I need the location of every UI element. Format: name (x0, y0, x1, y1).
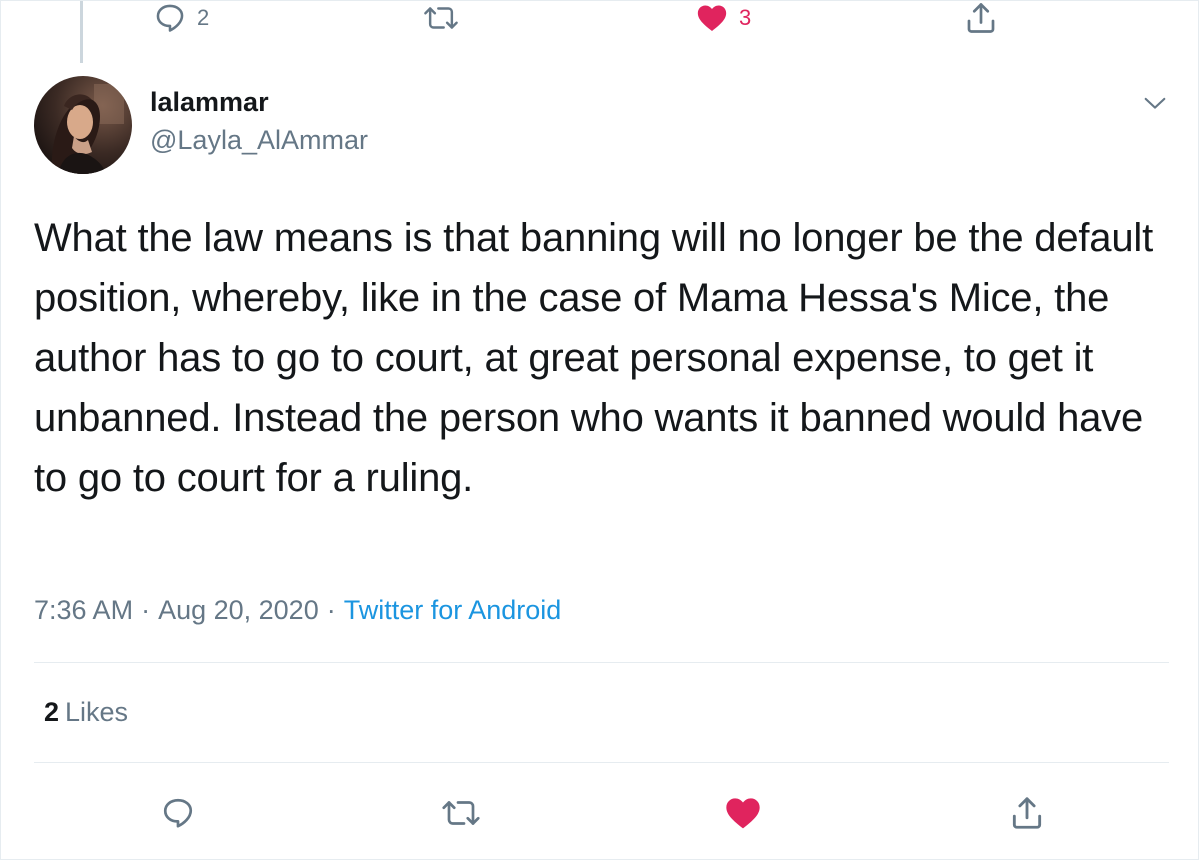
previous-like-button[interactable]: 3 (695, 1, 751, 35)
divider (34, 762, 1169, 763)
tweet-text: What the law means is that banning will … (34, 216, 1153, 500)
reply-button[interactable] (156, 791, 200, 835)
share-icon (963, 0, 999, 36)
meta-separator: · (326, 595, 336, 625)
heart-icon (723, 793, 763, 833)
reply-icon (160, 795, 196, 831)
previous-retweet-button[interactable] (422, 1, 470, 35)
like-button[interactable] (721, 791, 765, 835)
share-button[interactable] (1005, 791, 1049, 835)
tweet-meta: 7:36 AM · Aug 20, 2020 · Twitter for Android (34, 595, 561, 626)
divider (34, 662, 1169, 663)
more-options-button[interactable] (1141, 89, 1169, 117)
retweet-button[interactable] (439, 791, 483, 835)
retweet-icon (422, 1, 460, 35)
tweet-date[interactable]: Aug 20, 2020 (158, 595, 319, 625)
likes-count: 2 (44, 697, 60, 727)
previous-reply-count: 2 (197, 5, 210, 30)
likes-summary[interactable]: 2 Likes (44, 697, 128, 728)
meta-separator: · (141, 595, 151, 625)
tweet-source-link[interactable]: Twitter for Android (344, 595, 562, 625)
previous-reply-button[interactable]: 2 (153, 1, 209, 35)
heart-icon (695, 1, 729, 35)
tweet-card: 2 3 lalammar @Layla_AlAmmar What the law… (0, 0, 1199, 860)
previous-share-button[interactable] (963, 1, 999, 35)
likes-label: Likes (65, 697, 129, 727)
thread-connector-line (80, 1, 83, 63)
retweet-icon (440, 795, 482, 831)
author-display-name[interactable]: lalammar (150, 87, 269, 118)
tweet-time[interactable]: 7:36 AM (34, 595, 133, 625)
chevron-down-icon (1141, 89, 1169, 117)
author-handle[interactable]: @Layla_AlAmmar (150, 125, 368, 156)
reply-icon (153, 1, 187, 35)
avatar[interactable] (34, 76, 132, 174)
previous-like-count: 3 (739, 5, 752, 30)
share-icon (1008, 794, 1046, 832)
